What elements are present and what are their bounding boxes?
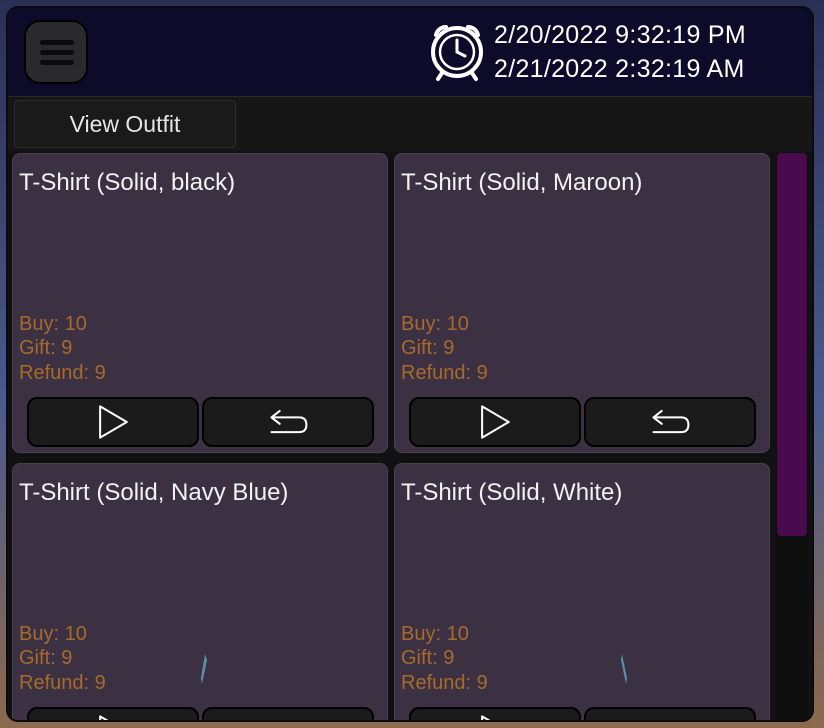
item-title: T-Shirt (Solid, black) — [19, 169, 236, 196]
play-triangle-icon — [481, 715, 491, 720]
vertical-scrollbar[interactable] — [776, 153, 808, 720]
hamburger-menu-icon — [40, 40, 74, 45]
buy-button[interactable] — [409, 707, 581, 720]
gift-price: Gift: 9 — [401, 337, 455, 359]
refund-button[interactable] — [202, 707, 374, 720]
return-arrow-icon — [652, 409, 690, 434]
buy-price: Buy: 10 — [401, 623, 469, 645]
item-actions — [409, 707, 759, 720]
buy-button[interactable] — [27, 707, 199, 720]
current-date-time: 2/20/2022 9:32:19 PM — [494, 21, 747, 49]
buy-button[interactable] — [27, 397, 199, 447]
return-arrow-icon — [279, 719, 281, 720]
item-card: T-Shirt (Solid, black) Buy: 10 Gift: 9 R… — [12, 153, 388, 453]
return-arrow-icon — [661, 719, 663, 720]
toolbar: View Outfit — [8, 96, 812, 151]
refund-price: Refund: 9 — [19, 362, 106, 384]
item-title: T-Shirt (Solid, Maroon) — [401, 169, 643, 196]
refund-price: Refund: 9 — [19, 672, 106, 694]
secondary-date-time: 2/21/2022 2:32:19 AM — [494, 55, 745, 83]
item-card: T-Shirt (Solid, Navy Blue) Buy: 10 Gift:… — [12, 463, 388, 720]
refund-button[interactable] — [584, 397, 756, 447]
item-card: T-Shirt (Solid, Maroon) Buy: 10 Gift: 9 … — [394, 153, 770, 453]
view-outfit-button[interactable]: View Outfit — [14, 100, 236, 148]
play-triangle-icon — [99, 715, 109, 720]
item-title: T-Shirt (Solid, Navy Blue) — [19, 479, 289, 506]
header-bar: 2/20/2022 9:32:19 PM 2/21/2022 2:32:19 A… — [8, 8, 812, 96]
alarm-clock-icon — [431, 25, 483, 81]
item-grid: T-Shirt (Solid, black) Buy: 10 Gift: 9 R… — [12, 153, 774, 720]
item-card: T-Shirt (Solid, White) Buy: 10 Gift: 9 R… — [394, 463, 770, 720]
shirt-preview-glint — [621, 654, 627, 684]
return-arrow-icon — [270, 409, 308, 434]
gift-price: Gift: 9 — [19, 337, 73, 359]
refund-button[interactable] — [202, 397, 374, 447]
item-actions — [27, 707, 377, 720]
shop-panel: 2/20/2022 9:32:19 PM 2/21/2022 2:32:19 A… — [8, 8, 812, 720]
refund-button[interactable] — [584, 707, 756, 720]
buy-price: Buy: 10 — [19, 313, 87, 335]
buy-button[interactable] — [409, 397, 581, 447]
play-triangle-icon — [99, 405, 128, 439]
item-actions — [27, 397, 377, 449]
buy-price: Buy: 10 — [401, 313, 469, 335]
buy-price: Buy: 10 — [19, 623, 87, 645]
item-title: T-Shirt (Solid, White) — [401, 479, 623, 506]
shirt-preview-glint — [201, 654, 207, 684]
scrollbar-thumb[interactable] — [777, 153, 807, 536]
menu-button[interactable] — [24, 20, 88, 84]
gift-price: Gift: 9 — [401, 647, 455, 669]
gift-price: Gift: 9 — [19, 647, 73, 669]
item-actions — [409, 397, 759, 449]
refund-price: Refund: 9 — [401, 672, 488, 694]
play-triangle-icon — [481, 405, 510, 439]
refund-price: Refund: 9 — [401, 362, 488, 384]
